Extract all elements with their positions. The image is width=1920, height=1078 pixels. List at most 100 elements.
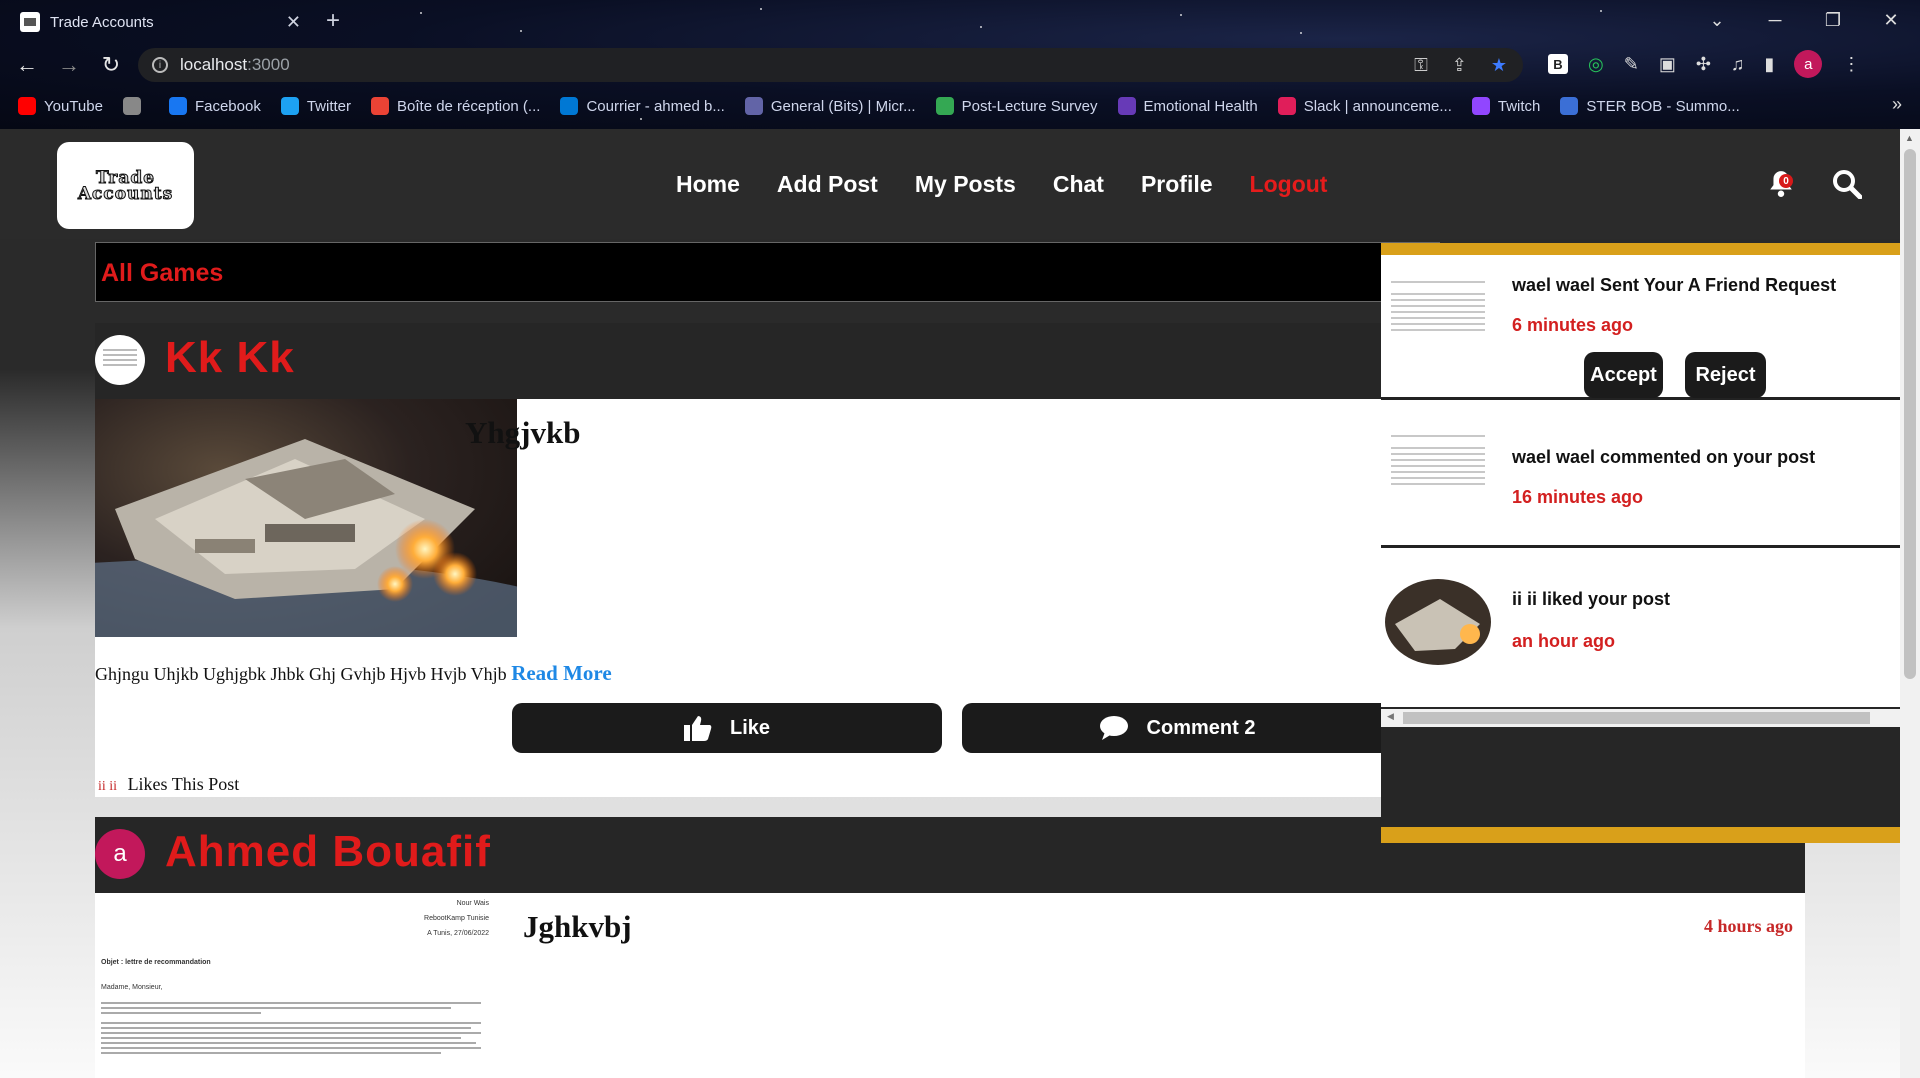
bookmark-item[interactable]: General (Bits) | Micr...	[744, 97, 916, 115]
post-author-name[interactable]: Kk Kk	[165, 333, 295, 383]
window-controls: ⌄ ─ ❐ ✕	[1688, 0, 1920, 40]
menu-my-posts[interactable]: My Posts	[915, 171, 1016, 198]
menu-profile[interactable]: Profile	[1141, 171, 1213, 198]
post-card: Yhgjvkb Ghjngu Uhjkb Ughjgbk Jhbk Ghj Gv…	[95, 399, 1440, 797]
extension-t-icon[interactable]: ▣	[1659, 54, 1676, 75]
accept-button[interactable]: Accept	[1584, 352, 1663, 398]
minimize-icon[interactable]: ─	[1746, 0, 1804, 40]
bookmark-item[interactable]: Twitch	[1471, 97, 1541, 115]
media-icon[interactable]: ♫	[1731, 54, 1745, 75]
likes-suffix: Likes This Post	[127, 774, 240, 794]
menu-home[interactable]: Home	[676, 171, 740, 198]
bookmark-label: Twitter	[306, 97, 352, 115]
scroll-thumb[interactable]	[1904, 149, 1916, 679]
comment-button[interactable]: Comment 2	[962, 703, 1392, 753]
bookmark-label: Courrier - ahmed b...	[586, 97, 725, 115]
author-avatar[interactable]: a	[95, 829, 145, 879]
bookmark-item[interactable]: Courrier - ahmed b...	[560, 97, 725, 115]
bookmark-star-icon[interactable]: ★	[1491, 55, 1507, 76]
tab-search-icon[interactable]: ⌄	[1688, 0, 1746, 40]
notification-thumbnail	[1385, 277, 1491, 363]
main-menu: Home Add Post My Posts Chat Profile Logo…	[676, 171, 1327, 198]
post-time: 4 hours ago	[1703, 916, 1793, 936]
likes-summary: ii ii Likes This Post	[98, 774, 239, 795]
profile-avatar[interactable]: a	[1794, 50, 1823, 78]
bookmark-favicon-icon	[560, 97, 579, 115]
search-icon[interactable]	[1832, 169, 1862, 199]
post-image[interactable]	[95, 399, 517, 637]
bookmarks-overflow-icon[interactable]: »	[1892, 94, 1902, 115]
notification-time: 16 minutes ago	[1512, 487, 1644, 507]
post-image[interactable]: Nour Wais RebootKamp Tunisie A Tunis, 27…	[95, 893, 495, 1078]
menu-logout[interactable]: Logout	[1250, 171, 1328, 198]
author-avatar[interactable]	[95, 335, 145, 385]
close-window-icon[interactable]: ✕	[1862, 0, 1920, 40]
bookmark-favicon-icon	[280, 97, 299, 115]
notification-item[interactable]: wael wael Sent Your A Friend Request 6 m…	[1381, 255, 1900, 400]
extensions-puzzle-icon[interactable]: ✣	[1696, 54, 1711, 75]
bookmark-favicon-icon	[1277, 97, 1296, 115]
read-more-link[interactable]: Read More	[511, 661, 612, 685]
back-icon[interactable]: ←	[6, 52, 48, 78]
site-info-icon[interactable]: i	[152, 57, 168, 73]
post-card: Nour Wais RebootKamp Tunisie A Tunis, 27…	[95, 893, 1805, 1078]
post-author-name[interactable]: Ahmed Bouafif	[165, 827, 491, 877]
notification-item[interactable]: wael wael commented on your post 16 minu…	[1381, 403, 1900, 548]
bookmark-favicon-icon	[1117, 97, 1136, 115]
bookmark-item[interactable]: Facebook	[168, 97, 261, 115]
post-description-text: Ghjngu Uhjkb Ughjgbk Jhbk Ghj Gvhjb Hjvb…	[95, 664, 507, 684]
notifications-horizontal-scrollbar[interactable]: ◀	[1381, 709, 1900, 727]
menu-chat[interactable]: Chat	[1053, 171, 1104, 198]
share-icon[interactable]: ⇪	[1452, 55, 1467, 76]
new-tab-icon[interactable]: +	[326, 7, 340, 35]
bookmark-item[interactable]: STER BOB - Summo...	[1560, 97, 1740, 115]
bookmark-item[interactable]	[122, 97, 149, 115]
menu-kebab-icon[interactable]: ⋮	[1842, 54, 1860, 75]
scroll-left-icon[interactable]: ◀	[1387, 711, 1394, 722]
side-panel-icon[interactable]: ▮	[1764, 54, 1774, 75]
forward-icon[interactable]: →	[48, 52, 90, 78]
bookmark-label: Slack | announceme...	[1303, 97, 1452, 115]
tab-close-icon[interactable]: ✕	[286, 12, 301, 33]
notification-text: wael wael commented on your post	[1512, 447, 1816, 467]
post-header: Kk Kk	[95, 323, 1440, 399]
menu-add-post[interactable]: Add Post	[777, 171, 878, 198]
like-button-label: Like	[729, 716, 771, 739]
bookmark-item[interactable]: YouTube	[18, 97, 103, 115]
bookmark-item[interactable]: Slack | announceme...	[1277, 97, 1452, 115]
doc-line: RebootKamp Tunisie	[424, 915, 489, 922]
bookmark-item[interactable]: Twitter	[280, 97, 352, 115]
like-button[interactable]: Like	[512, 703, 942, 753]
bookmark-label: Facebook	[194, 97, 261, 115]
post-title: Yhgjvkb	[465, 415, 581, 450]
address-bar[interactable]: i localhost:3000 ⚿ ⇪ ★	[138, 48, 1523, 82]
notification-time: 6 minutes ago	[1512, 315, 1634, 335]
extension-pen-icon[interactable]: ✎	[1624, 54, 1639, 75]
bookmark-item[interactable]: Post-Lecture Survey	[935, 97, 1098, 115]
notification-text: wael wael Sent Your A Friend Request	[1512, 275, 1837, 295]
page-scrollbar[interactable]: ▲	[1900, 129, 1920, 1078]
reject-button[interactable]: Reject	[1685, 352, 1766, 398]
extension-b-icon[interactable]: B	[1548, 54, 1568, 74]
notification-item[interactable]: ii ii liked your post an hour ago	[1381, 551, 1900, 696]
bookmark-item[interactable]: Boîte de réception (...	[371, 97, 540, 115]
key-icon[interactable]: ⚿	[1414, 55, 1428, 76]
post-description: Ghjngu Uhjkb Ughjgbk Jhbk Ghj Gvhjb Hjvb…	[95, 661, 612, 686]
bookmark-favicon-icon	[122, 97, 141, 115]
bookmark-item[interactable]: Emotional Health	[1117, 97, 1258, 115]
scroll-up-icon[interactable]: ▲	[1905, 133, 1914, 143]
bookmark-label: General (Bits) | Micr...	[770, 97, 916, 115]
games-filter-bar[interactable]: All Games	[95, 242, 1440, 302]
likes-by[interactable]: ii ii	[98, 779, 117, 794]
extension-ring-icon[interactable]: ◎	[1588, 54, 1604, 75]
games-filter-label: All Games	[101, 259, 224, 287]
notification-thumbnail	[1385, 579, 1491, 665]
tab-favicon-icon	[20, 12, 40, 32]
bookmark-label: Twitch	[1497, 97, 1541, 115]
restore-icon[interactable]: ❐	[1804, 0, 1862, 40]
site-logo[interactable]: Trade Accounts	[57, 142, 194, 229]
url-port: :3000	[247, 55, 290, 74]
scroll-thumb[interactable]	[1403, 712, 1870, 724]
reload-icon[interactable]: ↻	[90, 52, 132, 78]
browser-tab[interactable]: Trade Accounts ✕	[8, 4, 313, 40]
